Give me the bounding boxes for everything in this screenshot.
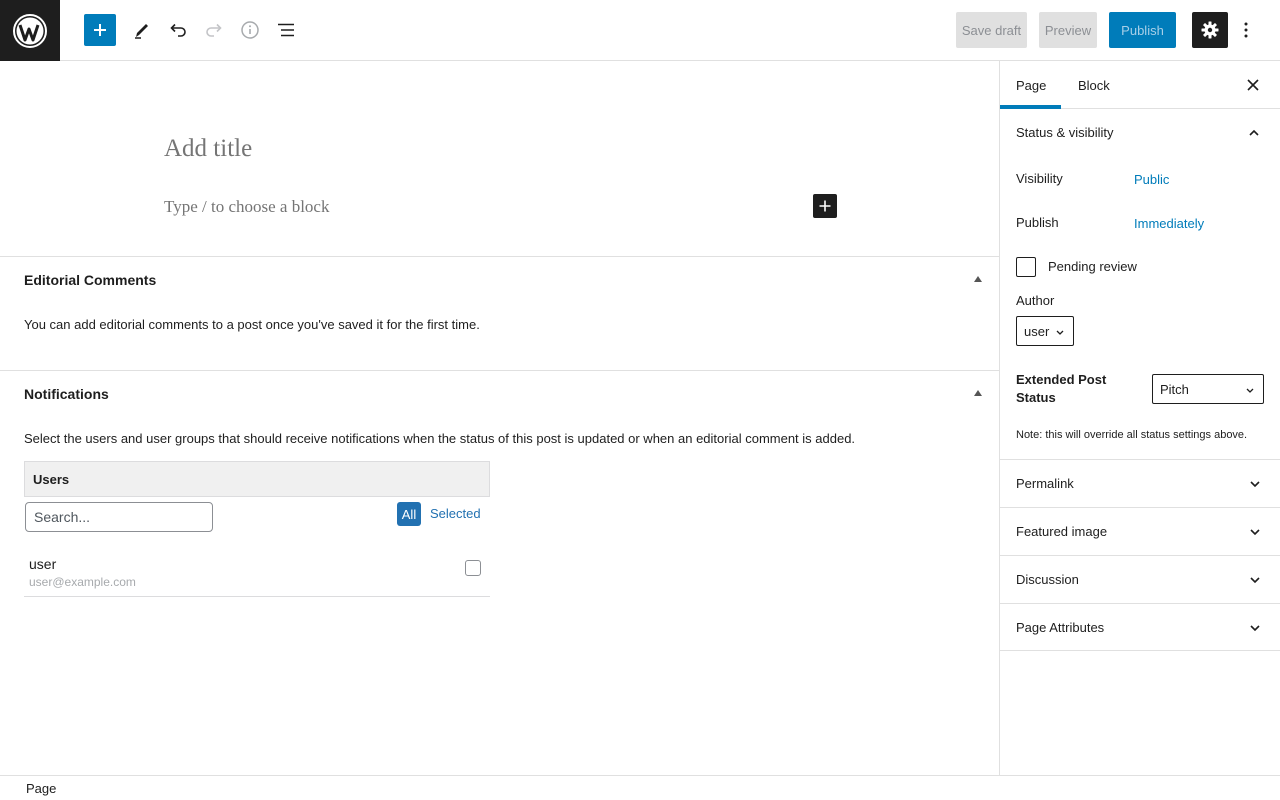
collapse-arrow-icon[interactable] (974, 390, 982, 396)
panel-permalink-title: Permalink (1016, 476, 1074, 491)
publish-date-toggle[interactable]: Immediately (1134, 216, 1204, 231)
inline-add-block-button[interactable] (813, 194, 837, 218)
collapse-arrow-icon[interactable] (974, 276, 982, 282)
panel-page-attributes[interactable]: Page Attributes (1000, 603, 1280, 651)
users-panel: Users All Selected user user@example.com (24, 461, 490, 597)
visibility-toggle[interactable]: Public (1134, 172, 1169, 187)
extended-post-status-select[interactable]: Pitch (1152, 374, 1264, 404)
notifications-title[interactable]: Notifications (24, 386, 109, 402)
visibility-label: Visibility (1016, 171, 1063, 186)
pending-review-checkbox[interactable] (1016, 257, 1036, 277)
panel-discussion-title: Discussion (1016, 572, 1079, 587)
panel-featured-image-title: Featured image (1016, 524, 1108, 539)
undo-button[interactable] (162, 12, 194, 48)
tools-button[interactable] (126, 12, 158, 48)
panel-featured-image[interactable]: Featured image (1000, 507, 1280, 555)
notifications-text: Select the users and user groups that sh… (24, 431, 856, 446)
settings-sidebar: Page Block Status & visibility Visibilit… (999, 61, 1280, 775)
chevron-down-icon (1250, 529, 1260, 536)
redo-icon (206, 23, 222, 37)
author-select[interactable]: user (1016, 316, 1074, 346)
users-header-label: Users (33, 472, 70, 487)
gear-icon (1201, 21, 1219, 39)
plus-icon (819, 200, 831, 212)
post-title-input[interactable]: Add title (164, 135, 252, 163)
user-notify-checkbox[interactable] (465, 560, 481, 576)
user-name: user (29, 556, 57, 572)
preview-button[interactable]: Preview (1039, 12, 1097, 48)
tab-block[interactable]: Block (1062, 61, 1142, 109)
info-icon (241, 21, 259, 39)
sidebar-tabs: Page Block (1000, 61, 1280, 109)
editorial-comments-metabox: Editorial Comments You can add editorial… (0, 256, 999, 371)
tab-page[interactable]: Page (1000, 61, 1061, 109)
users-header: Users (24, 461, 490, 497)
publish-label: Publish (1016, 215, 1059, 230)
vertical-ellipsis-icon (1244, 22, 1248, 38)
panel-permalink[interactable]: Permalink (1000, 459, 1280, 507)
chevron-down-icon (1250, 577, 1260, 584)
list-view-button[interactable] (270, 12, 302, 48)
options-button[interactable] (1234, 12, 1258, 48)
panel-page-attributes-title: Page Attributes (1016, 620, 1105, 635)
extended-post-status-label: Extended Post Status (1016, 372, 1107, 405)
editor-canvas: Add title Type / to choose a block Edito… (0, 61, 999, 775)
block-appender[interactable]: Type / to choose a block (164, 197, 329, 217)
list-view-icon (278, 23, 294, 37)
chevron-down-icon (1056, 330, 1064, 335)
wordpress-logo-icon[interactable] (0, 0, 60, 61)
chevron-down-icon (1250, 481, 1260, 488)
author-select-value: user (1024, 323, 1050, 339)
publish-button[interactable]: Publish (1109, 12, 1176, 48)
pencil-icon (135, 24, 148, 39)
details-button[interactable] (234, 12, 266, 48)
chevron-down-icon (1250, 625, 1260, 632)
extended-status-note: Note: this will override all status sett… (1016, 429, 1248, 441)
pending-review-label[interactable]: Pending review (1048, 259, 1137, 274)
close-icon[interactable] (1245, 77, 1261, 93)
editor-header: Save draft Preview Publish (0, 0, 1280, 61)
undo-icon (170, 23, 186, 37)
chevron-up-icon[interactable] (1248, 127, 1260, 139)
plus-icon (94, 24, 106, 36)
panel-discussion[interactable]: Discussion (1000, 555, 1280, 603)
save-draft-button[interactable]: Save draft (956, 12, 1027, 48)
add-block-button[interactable] (84, 14, 116, 46)
editorial-comments-title[interactable]: Editorial Comments (24, 272, 156, 288)
filter-all-button[interactable]: All (397, 502, 421, 526)
user-email: user@example.com (29, 575, 136, 589)
notifications-metabox: Notifications Select the users and user … (0, 370, 999, 610)
chevron-down-icon (1246, 388, 1254, 393)
filter-selected-link[interactable]: Selected (430, 506, 481, 521)
block-breadcrumb-bar: Page (0, 775, 1280, 800)
status-visibility-title[interactable]: Status & visibility (1016, 125, 1114, 140)
users-search-input[interactable] (25, 502, 213, 532)
extended-post-status-value: Pitch (1160, 381, 1189, 397)
editorial-comments-text: You can add editorial comments to a post… (24, 317, 480, 332)
settings-button[interactable] (1192, 12, 1228, 48)
author-label: Author (1016, 293, 1055, 308)
redo-button[interactable] (198, 12, 230, 48)
breadcrumb[interactable]: Page (26, 781, 56, 796)
